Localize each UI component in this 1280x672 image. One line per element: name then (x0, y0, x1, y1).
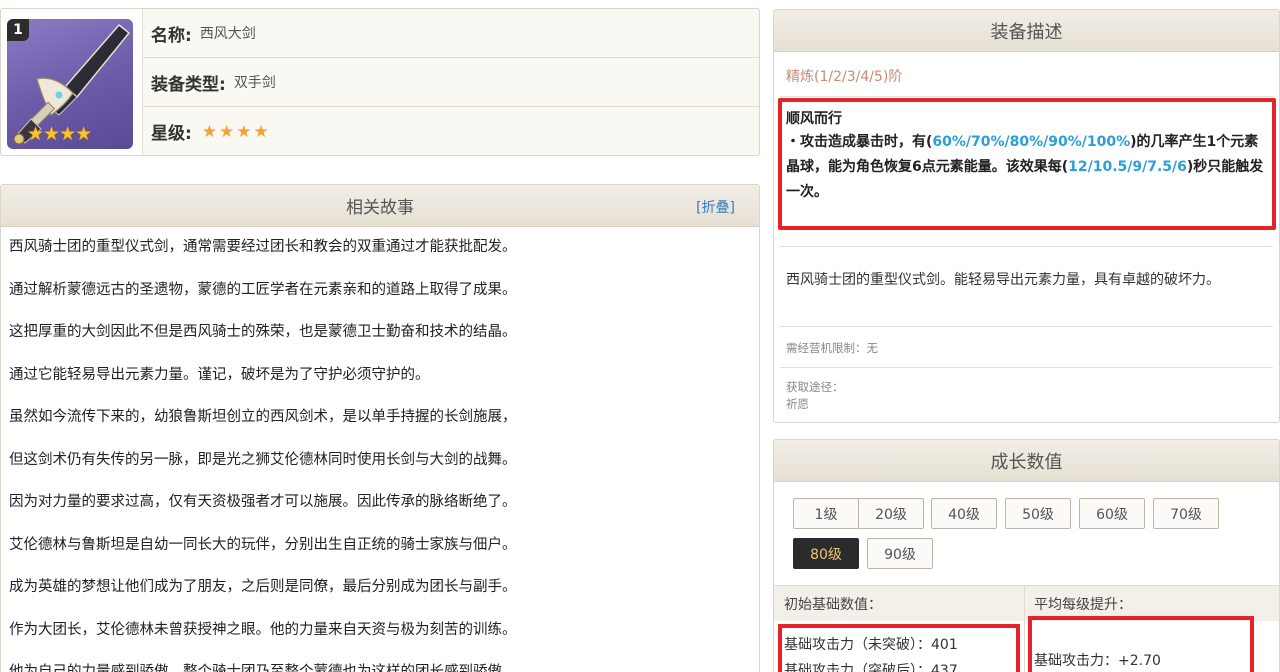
highlight-box (1028, 616, 1254, 672)
thumbnail-stars: ★★★★ (27, 123, 92, 145)
info-value-name: 西风大剑 (199, 26, 256, 42)
divider (780, 246, 1273, 247)
level-button-50[interactable]: 50级 (1005, 498, 1071, 529)
divider (780, 367, 1273, 368)
source-label: 获取途径： (786, 380, 844, 394)
story-line: 艾伦德林与鲁斯坦是自幼一同长大的玩伴，分别出生自正统的骑士家族与佃户。 (9, 536, 517, 553)
description-panel: 装备描述 精炼(1/2/3/4/5)阶 顺风而行 ・攻击造成暴击时，有(60%/… (773, 9, 1280, 423)
info-key-type: 装备类型: (151, 74, 226, 95)
divider (780, 96, 1273, 97)
highlight-box (778, 624, 1020, 672)
divider (780, 326, 1273, 327)
rarity-stars: ★★★★ (201, 121, 271, 142)
story-line: 通过解析蒙德远古的圣遗物，蒙德的工匠学者在元素亲和的道路上取得了成果。 (9, 281, 517, 298)
per-level-header: 平均每级提升： (1034, 597, 1132, 613)
story-line: 但这剑术仍有失传的另一脉，即是光之狮艾伦德林同时使用长剑与大剑的战舞。 (9, 451, 517, 468)
story-title: 相关故事 (346, 198, 414, 218)
base-stats-header: 初始基础数值： (784, 597, 882, 613)
refine-levels-label[interactable]: 精炼(1/2/3/4/5)阶 (774, 52, 1279, 94)
level-button-80[interactable]: 80级 (793, 538, 859, 569)
weapon-info-card: 1 ★★★★ 名称: 西风大剑 装备类型: 双手剑 星级: ★★★★ (0, 8, 760, 156)
story-line: 西风骑士团的重型仪式剑，通常需要经过团长和教会的双重通过才能获批配发。 (9, 239, 517, 255)
level-button-60[interactable]: 60级 (1079, 498, 1145, 529)
level-button-20[interactable]: 20级 (858, 498, 924, 529)
info-key-name: 名称: (151, 25, 192, 46)
info-row-type: 装备类型: 双手剑 (143, 58, 759, 107)
info-key-rarity: 星级: (151, 124, 192, 144)
story-line: 通过它能轻易导出元素力量。谨记，破坏是为了守护必须守护的。 (9, 366, 430, 383)
story-line: 他为自己的力量感到骄傲，整个骑士团乃至整个蒙德也为这样的团长感到骄傲。 (9, 664, 517, 672)
level-button-90[interactable]: 90级 (867, 538, 933, 569)
column-divider (1024, 585, 1025, 672)
story-line: 这把厚重的大剑因此不但是西风骑士的殊荣，也是蒙德卫士勤奋和技术的结晶。 (9, 324, 517, 340)
refine-badge: 1 (7, 19, 29, 41)
level-button-1[interactable]: 1级 (793, 498, 859, 529)
story-line: 成为英雄的梦想让他们成为了朋友，之后则是同僚，最后分别成为团长与副手。 (9, 579, 517, 595)
weapon-thumbnail: 1 ★★★★ (7, 19, 133, 149)
highlight-box (778, 98, 1276, 230)
info-row-name: 名称: 西风大剑 (143, 9, 759, 58)
flavor-text: 西风骑士团的重型仪式剑。能轻易导出元素力量，具有卓越的破坏力。 (786, 272, 1220, 288)
description-title: 装备描述 (774, 10, 1279, 52)
info-row-rarity: 星级: ★★★★ (143, 107, 759, 155)
info-value-type: 双手剑 (233, 75, 276, 91)
story-body: 西风骑士团的重型仪式剑，通常需要经过团长和教会的双重通过才能获批配发。 通过解析… (1, 227, 759, 672)
weapon-thumbnail-frame: 1 ★★★★ (1, 9, 143, 155)
fold-toggle-link[interactable]: [折叠] (696, 197, 735, 217)
level-button-40[interactable]: 40级 (931, 498, 997, 529)
story-panel: 相关故事 [折叠] 西风骑士团的重型仪式剑，通常需要经过团长和教会的双重通过才能… (0, 184, 760, 672)
story-line: 作为大团长，艾伦德林未曾获授神之眼。他的力量来自天资与极为刻苦的训练。 (9, 621, 517, 638)
level-button-70[interactable]: 70级 (1153, 498, 1219, 529)
growth-panel: 成长数值 1级 20级 40级 50级 60级 70级 80级 90级 初始基础… (773, 439, 1280, 672)
source-note: 获取途径： 祈愿 (786, 379, 844, 413)
story-header: 相关故事 [折叠] (1, 185, 759, 227)
source-value: 祈愿 (786, 397, 809, 411)
growth-title: 成长数值 (774, 440, 1279, 482)
story-line: 因为对力量的要求过高，仅有天资极强者才可以施展。因此传承的脉络断绝了。 (9, 494, 517, 510)
ascension-note: 需经营机限制：无 (786, 341, 878, 355)
story-line: 虽然如今流传下来的，幼狼鲁斯坦创立的西风剑术，是以单手持握的长剑施展， (9, 409, 517, 425)
